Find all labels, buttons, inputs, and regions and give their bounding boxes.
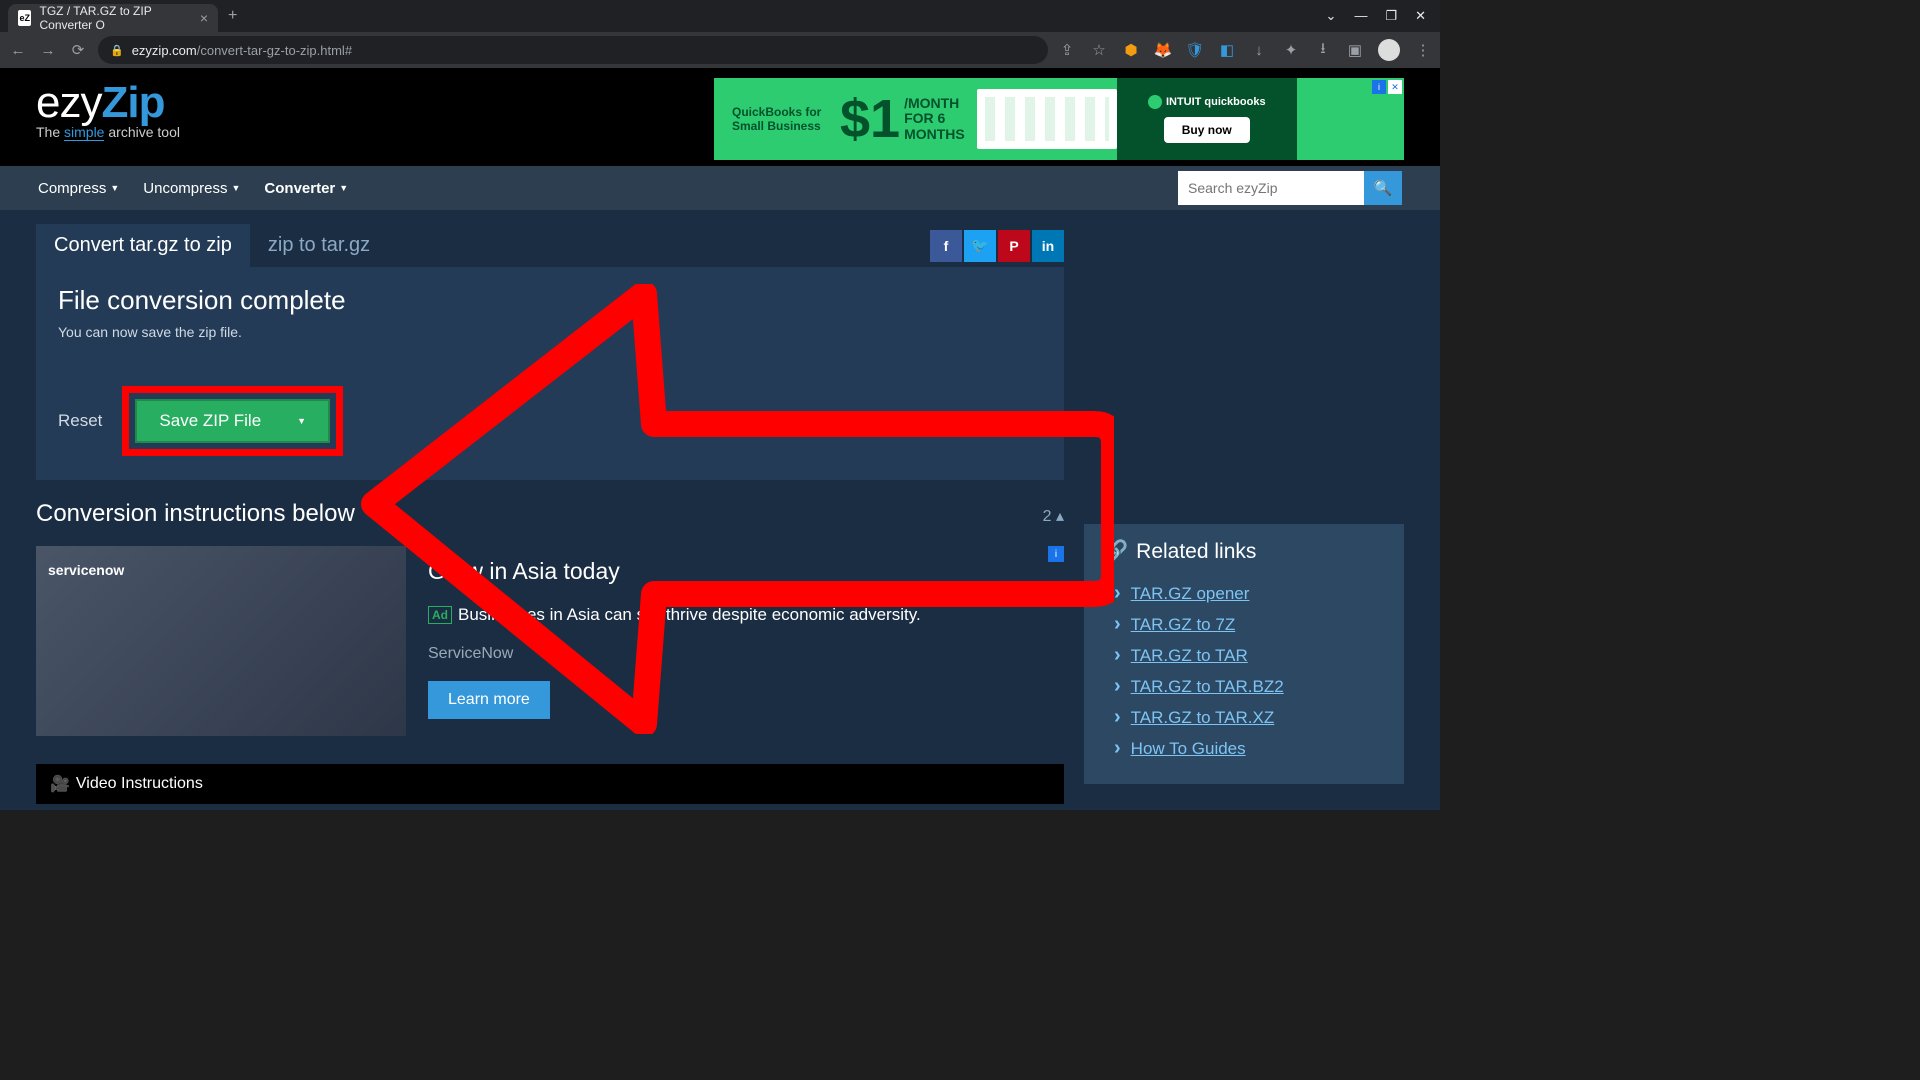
browser-tab[interactable]: eZ TGZ / TAR.GZ to ZIP Converter O ×	[8, 4, 218, 32]
url-domain: ezyzip.com	[132, 43, 197, 58]
ad-info-icon[interactable]: i	[1048, 546, 1064, 562]
ad-tagline: QuickBooks for Small Business	[732, 105, 832, 133]
site-search: 🔍	[1178, 171, 1402, 205]
save-label: Save ZIP File	[159, 411, 261, 431]
bookmark-star-icon[interactable]: ☆	[1090, 41, 1108, 59]
ad-text: Businesses in Asia can still thrive desp…	[458, 605, 921, 625]
video-instructions-bar[interactable]: 🎥 Video Instructions	[36, 764, 1064, 804]
related-link-item: How To Guides	[1102, 733, 1386, 764]
related-link[interactable]: How To Guides	[1131, 739, 1246, 758]
browser-toolbar: ← → ⟳ 🔒 ezyzip.com/convert-tar-gz-to-zip…	[0, 32, 1440, 68]
search-button[interactable]: 🔍	[1364, 171, 1402, 205]
status-subtext: You can now save the zip file.	[58, 324, 1042, 340]
highlight-box: Save ZIP File ▼	[122, 386, 343, 456]
page-viewport: ezyZip The simple archive tool i✕ QuickB…	[0, 68, 1440, 810]
related-link-item: TAR.GZ to TAR	[1102, 640, 1386, 671]
related-link-item: TAR.GZ to 7Z	[1102, 609, 1386, 640]
ext-icon-4[interactable]: ◧	[1218, 41, 1236, 59]
chevron-down-icon[interactable]: ⌄	[1326, 8, 1337, 24]
download-arrow-icon[interactable]: ↓	[1250, 41, 1268, 59]
ad-brand: ServiceNow	[428, 645, 1064, 663]
twitter-icon[interactable]: 🐦	[964, 230, 996, 262]
nav-uncompress[interactable]: Uncompress▼	[143, 180, 240, 197]
related-link[interactable]: TAR.GZ to 7Z	[1131, 615, 1236, 634]
conversion-status-panel: File conversion complete You can now sav…	[36, 267, 1064, 480]
lock-icon: 🔒	[110, 44, 124, 57]
tab-title: TGZ / TAR.GZ to ZIP Converter O	[39, 4, 191, 32]
caret-down-icon: ▼	[297, 416, 306, 426]
pinterest-icon[interactable]: P	[998, 230, 1030, 262]
related-link[interactable]: TAR.GZ to TAR	[1131, 646, 1248, 665]
ad-price: $1	[840, 88, 900, 150]
site-logo[interactable]: ezyZip The simple archive tool	[36, 78, 180, 140]
ad-image: servicenow	[36, 546, 406, 736]
related-link-item: TAR.GZ to TAR.BZ2	[1102, 671, 1386, 702]
forward-icon[interactable]: →	[38, 42, 58, 59]
video-icon: 🎥	[50, 774, 70, 794]
download-tray-icon[interactable]: ⭳	[1314, 41, 1332, 59]
tab-close-icon[interactable]: ×	[200, 10, 208, 26]
new-tab-button[interactable]: +	[228, 7, 237, 25]
linkedin-icon[interactable]: in	[1032, 230, 1064, 262]
minimize-icon[interactable]: ―	[1354, 8, 1367, 24]
tab-favicon: eZ	[18, 10, 31, 26]
learn-more-button[interactable]: Learn more	[428, 681, 550, 719]
caret-icon: ▼	[231, 183, 240, 193]
tab-zip-to-targz[interactable]: zip to tar.gz	[250, 224, 388, 267]
ext-icon-1[interactable]: ⬢	[1122, 41, 1140, 59]
main-nav: Compress▼ Uncompress▼ Converter▼ 🔍	[0, 166, 1440, 210]
related-link[interactable]: TAR.GZ opener	[1131, 584, 1250, 603]
related-heading: Related links	[1136, 540, 1256, 564]
reset-button[interactable]: Reset	[58, 411, 102, 431]
ad-brand: INTUIT quickbooks	[1148, 95, 1266, 109]
reload-icon[interactable]: ⟳	[68, 41, 88, 59]
search-icon: 🔍	[1374, 180, 1393, 197]
address-bar[interactable]: 🔒 ezyzip.com/convert-tar-gz-to-zip.html#	[98, 36, 1048, 64]
maximize-icon[interactable]: ❐	[1385, 8, 1397, 24]
caret-icon: ▼	[339, 183, 348, 193]
related-link-item: TAR.GZ to TAR.XZ	[1102, 702, 1386, 733]
extensions-icon[interactable]: ✦	[1282, 41, 1300, 59]
ext-icon-3[interactable]: 🛡	[1186, 41, 1204, 59]
close-window-icon[interactable]: ✕	[1415, 8, 1426, 24]
share-icon[interactable]: ⇪	[1058, 41, 1076, 59]
ad-image-logo: servicenow	[48, 562, 124, 578]
nav-compress[interactable]: Compress▼	[38, 180, 119, 197]
facebook-icon[interactable]: f	[930, 230, 962, 262]
ad-tag: Ad	[428, 606, 452, 624]
related-link-item: TAR.GZ opener	[1102, 578, 1386, 609]
nav-converter[interactable]: Converter▼	[264, 180, 348, 197]
back-icon[interactable]: ←	[8, 42, 28, 59]
video-bar-label: Video Instructions	[76, 775, 203, 793]
top-banner-ad[interactable]: i✕ QuickBooks for Small Business $1 /MON…	[714, 78, 1404, 160]
related-links-panel: 🔗 Related links TAR.GZ opener TAR.GZ to 7…	[1084, 524, 1404, 784]
related-link[interactable]: TAR.GZ to TAR.XZ	[1131, 708, 1275, 727]
link-icon: 🔗	[1102, 540, 1128, 564]
logo-text-2: Zip	[101, 78, 164, 127]
ad-close-icon[interactable]: ✕	[1388, 80, 1402, 94]
instructions-heading: Conversion instructions below	[36, 500, 355, 528]
ad-devices-image	[977, 89, 1117, 149]
save-zip-button[interactable]: Save ZIP File ▼	[135, 399, 330, 443]
search-input[interactable]	[1178, 171, 1364, 205]
ad-title: Grow in Asia today	[428, 558, 1064, 585]
related-link[interactable]: TAR.GZ to TAR.BZ2	[1131, 677, 1284, 696]
profile-avatar[interactable]	[1378, 39, 1400, 61]
tab-targz-to-zip[interactable]: Convert tar.gz to zip	[36, 224, 250, 267]
app-icon[interactable]: ▣	[1346, 41, 1364, 59]
kebab-menu-icon[interactable]: ⋮	[1414, 41, 1432, 59]
url-path: /convert-tar-gz-to-zip.html#	[197, 43, 352, 58]
ad-info-icon[interactable]: i	[1372, 80, 1386, 94]
logo-text-1: ezy	[36, 78, 101, 127]
caret-icon: ▼	[110, 183, 119, 193]
browser-tab-strip: eZ TGZ / TAR.GZ to ZIP Converter O × + ⌄…	[0, 0, 1440, 32]
step-number: 2 ▴	[1043, 506, 1064, 526]
ext-icon-2[interactable]: 🦊	[1154, 41, 1172, 59]
ad-cta-button[interactable]: Buy now	[1164, 117, 1250, 143]
status-heading: File conversion complete	[58, 285, 1042, 316]
window-controls: ⌄ ― ❐ ✕	[1326, 8, 1440, 24]
inline-ad[interactable]: i servicenow Grow in Asia today Ad Busine…	[36, 546, 1064, 736]
